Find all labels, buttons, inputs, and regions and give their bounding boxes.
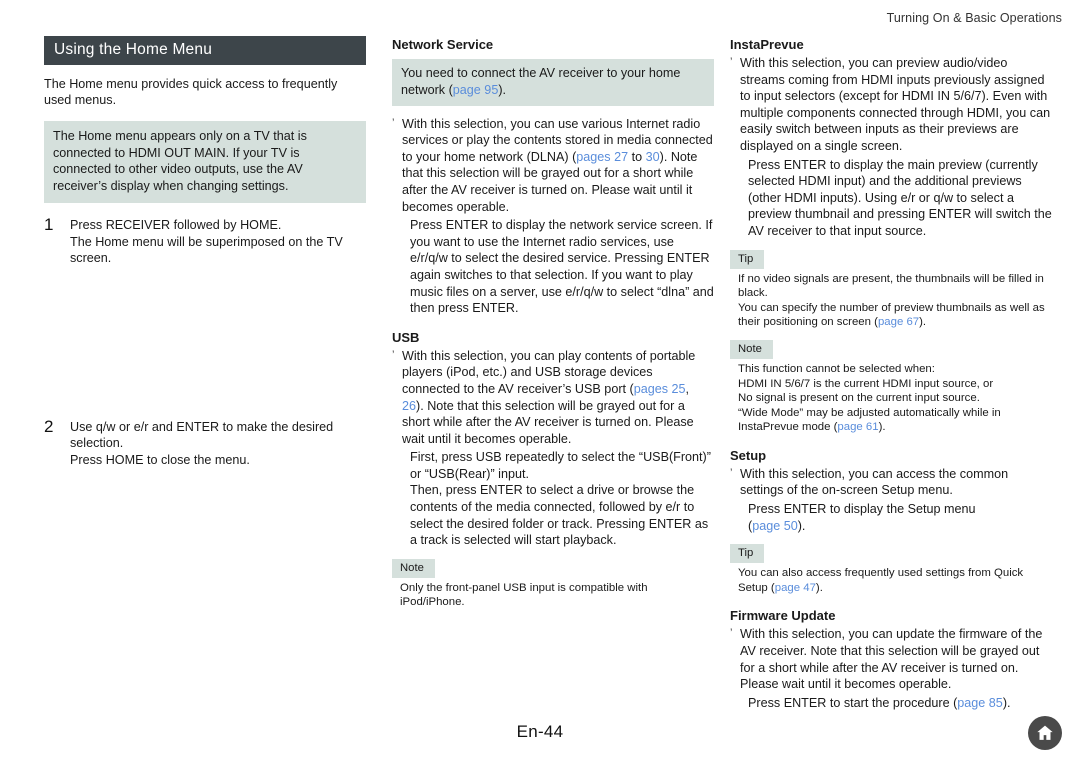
running-head: Turning On & Basic Operations	[886, 11, 1062, 25]
firmware-detail: Press ENTER to start the procedure (page…	[730, 695, 1052, 712]
home-menu-callout: The Home menu appears only on a TV that …	[44, 120, 366, 203]
tip-tag: Tip	[730, 249, 765, 269]
instaprevue-tip-block: Tip If no video signals are present, the…	[730, 249, 1052, 330]
instaprevue-note-block: Note This function cannot be selected wh…	[730, 339, 1052, 435]
setup-detail-1: Press ENTER to display the Setup menu	[748, 502, 976, 517]
home-icon	[1035, 723, 1055, 743]
right-column: InstaPrevue With this selection, you can…	[730, 36, 1052, 711]
link-page-95[interactable]: page 95	[453, 83, 499, 97]
middle-column: Network Service You need to connect the …	[392, 36, 714, 616]
note-tag: Note	[392, 558, 435, 578]
manual-page: Turning On & Basic Operations Using the …	[0, 0, 1080, 764]
heading-setup: Setup	[730, 447, 767, 463]
usb-note-text: Only the front-panel USB input is compat…	[400, 581, 648, 609]
step-1: 1 Press RECEIVER followed by HOME. The H…	[44, 215, 366, 267]
heading-firmware-update: Firmware Update	[730, 608, 836, 624]
heading-network-service: Network Service	[392, 37, 494, 52]
network-service-description: With this selection, you can use various…	[392, 115, 714, 216]
link-page-30[interactable]: 30	[646, 150, 660, 164]
instaprevue-tip-line-2: You can specify the number of preview th…	[730, 301, 1052, 330]
network-desc-mid: to	[628, 149, 646, 164]
tip-line-2-b: ).	[919, 316, 927, 329]
home-button[interactable]	[1028, 716, 1062, 750]
intro-paragraph: The Home menu provides quick access to f…	[44, 77, 338, 108]
usb-desc-mid: ,	[685, 381, 690, 396]
step-1-body: Press RECEIVER followed by HOME.	[70, 218, 282, 232]
instaprevue-note-line-4: “Wide Mode” may be adjusted automaticall…	[730, 406, 1052, 435]
network-service-detail: Press ENTER to display the network servi…	[410, 218, 714, 316]
instaprevue-tip-line-1: If no video signals are present, the thu…	[738, 272, 1044, 300]
note-tag: Note	[730, 339, 773, 359]
setup-detail-2-b: ).	[797, 518, 806, 533]
link-page-26[interactable]: 26	[402, 399, 416, 413]
instaprevue-note-line-2: HDMI IN 5/6/7 is the current HDMI input …	[738, 377, 994, 390]
link-pages-25[interactable]: pages 25	[634, 382, 686, 396]
usb-desc-b: ). Note that this selection will be gray…	[402, 398, 694, 446]
step-2: 2 Use q/w or e/r and ENTER to make the d…	[44, 416, 366, 469]
instaprevue-note-line-1: This function cannot be selected when:	[738, 362, 935, 375]
illustration-placeholder	[44, 269, 366, 419]
step-2-sub: Press HOME to close the menu.	[70, 452, 250, 467]
instaprevue-note-line-3: No signal is present on the current inpu…	[738, 392, 980, 405]
heading-usb: USB	[392, 329, 420, 345]
link-page-47[interactable]: page 47	[775, 582, 816, 594]
step-1-sub: The Home menu will be superimposed on th…	[70, 234, 343, 266]
setup-tip-b: ).	[815, 581, 823, 594]
setup-detail-2: (page 50).	[730, 518, 1052, 535]
link-page-61[interactable]: page 61	[837, 421, 878, 433]
tip-tag: Tip	[730, 544, 765, 564]
usb-description: With this selection, you can play conten…	[392, 347, 714, 448]
setup-description: With this selection, you can access the …	[730, 465, 1052, 499]
note-line-4-b: ).	[878, 421, 886, 434]
firmware-detail-b: ).	[1002, 695, 1011, 710]
network-callout-text: You need to connect the AV receiver to y…	[401, 66, 681, 97]
setup-tip-block: Tip You can also access frequently used …	[730, 543, 1052, 595]
left-column: Using the Home Menu The Home menu provid…	[44, 36, 366, 471]
usb-note-block: Note Only the front-panel USB input is c…	[392, 558, 714, 610]
page-number: En-44	[516, 722, 564, 741]
firmware-detail-a: Press ENTER to start the procedure (	[748, 695, 958, 710]
step-2-body: Use q/w or e/r and ENTER to make the des…	[70, 419, 334, 451]
setup-tip-text: You can also access frequently used sett…	[730, 566, 1052, 595]
instaprevue-detail: Press ENTER to display the main preview …	[748, 157, 1052, 238]
network-service-callout: You need to connect the AV receiver to y…	[392, 59, 714, 106]
link-pages-27[interactable]: pages 27	[576, 150, 628, 164]
step-1-number: 1	[44, 215, 54, 234]
step-2-number: 2	[44, 416, 54, 436]
section-title: Using the Home Menu	[44, 36, 366, 65]
link-page-50[interactable]: page 50	[752, 519, 798, 533]
heading-instaprevue: InstaPrevue	[730, 37, 804, 52]
network-callout-tail: ).	[498, 82, 507, 97]
link-page-67[interactable]: page 67	[878, 316, 919, 328]
usb-detail-1: First, press USB repeatedly to select th…	[410, 450, 711, 481]
firmware-description: With this selection, you can update the …	[730, 625, 1052, 692]
usb-detail-2: Then, press ENTER to select a drive or b…	[410, 483, 709, 548]
instaprevue-description: With this selection, you can preview aud…	[730, 54, 1052, 155]
link-page-85[interactable]: page 85	[957, 696, 1003, 710]
